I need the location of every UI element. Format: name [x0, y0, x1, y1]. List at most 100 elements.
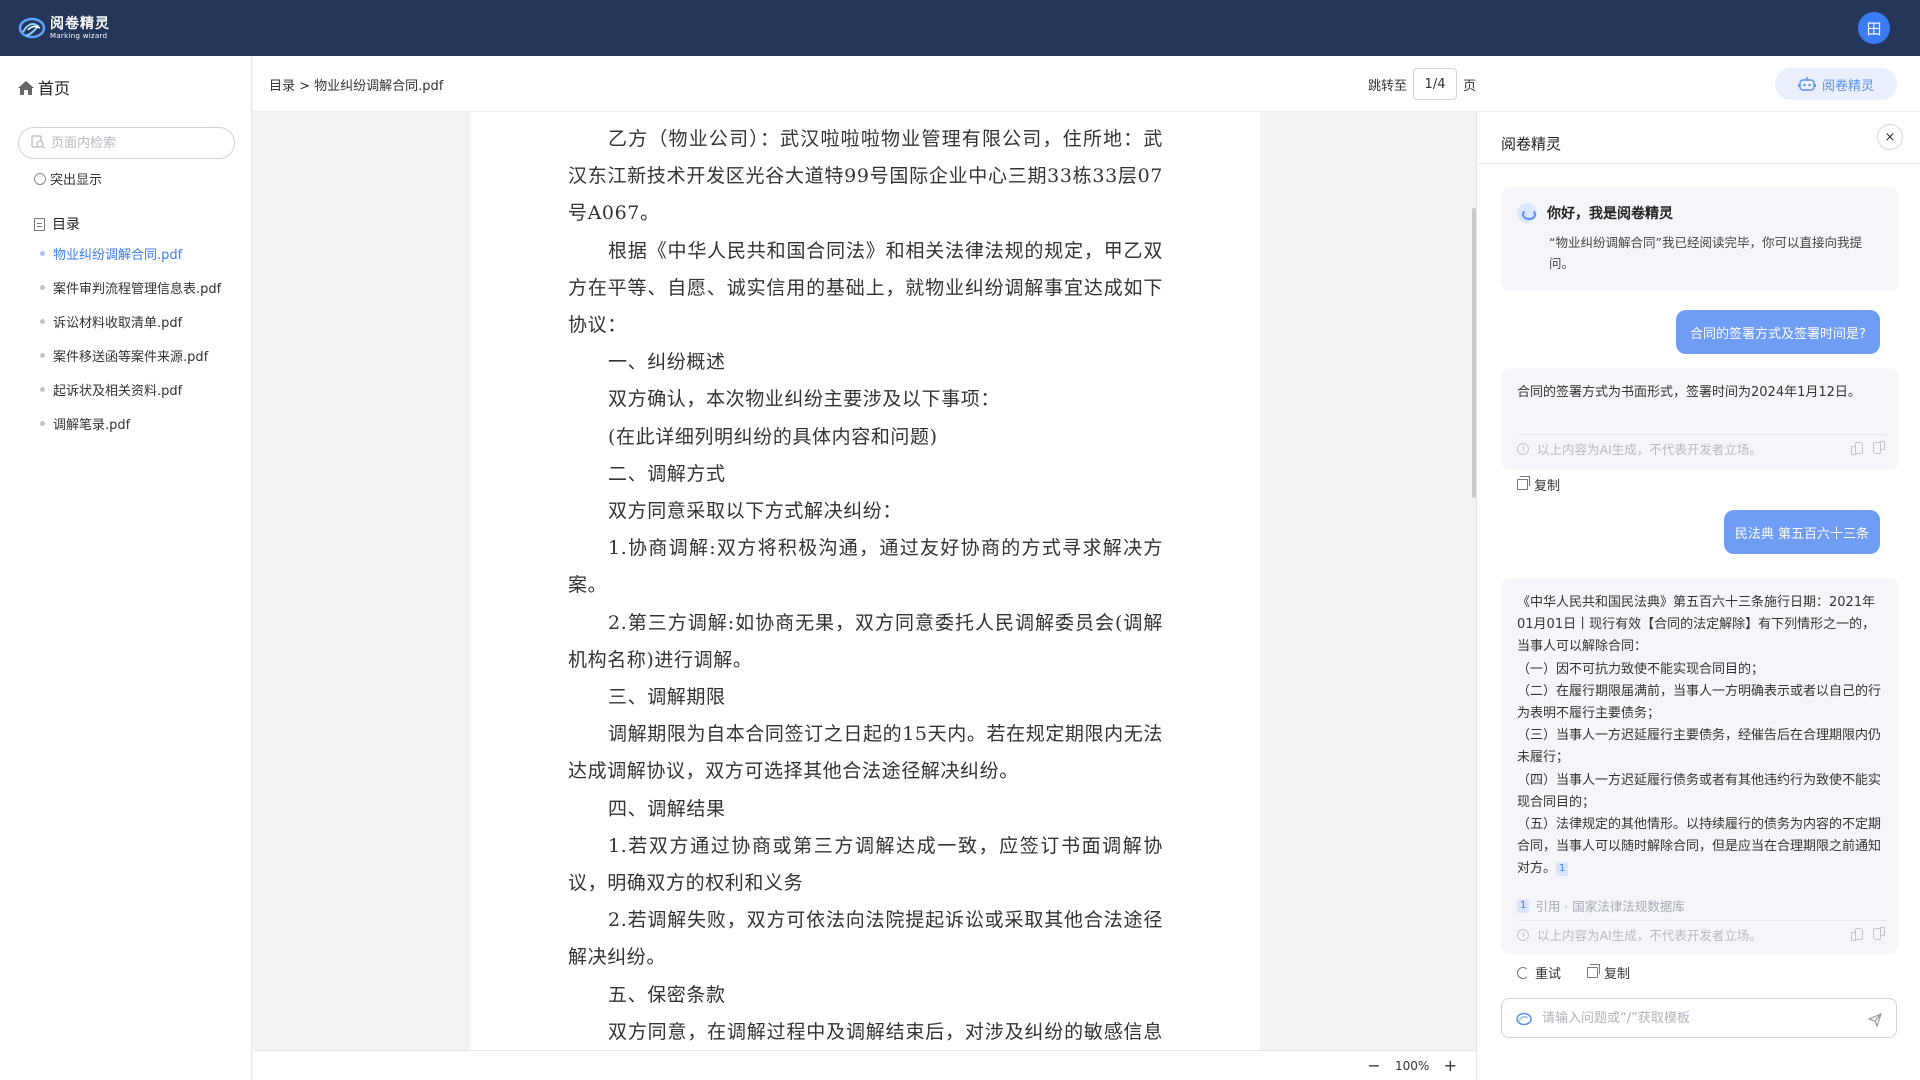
user-question: 合同的签署方式及签署时间是?	[1676, 310, 1880, 354]
document-paragraph: 1.协商调解:双方将积极沟通，通过友好协商的方式寻求解决方案。	[568, 537, 1163, 597]
document-text: 乙方（物业公司）：武汉啦啦啦物业管理有限公司，住所地：武汉东江新技术开发区光谷大…	[568, 121, 1163, 1050]
document-paragraph: 一、纠纷概述	[608, 351, 726, 374]
zoom-out-button[interactable]: −	[1365, 1056, 1383, 1075]
document-paragraph: 双方确认，本次物业纠纷主要涉及以下事项：	[608, 388, 1001, 411]
document-paragraph: 双方同意采取以下方式解决纠纷：	[608, 500, 903, 523]
send-icon[interactable]	[1867, 1012, 1882, 1028]
greeting-card: 你好，我是阅卷精灵 “物业纠纷调解合同”我已经阅读完毕，你可以直接向我提问。	[1501, 187, 1899, 291]
user-avatar[interactable]: 田	[1858, 12, 1890, 44]
greeting-text: “物业纠纷调解合同”我已经阅读完毕，你可以直接向我提问。	[1549, 235, 1862, 271]
document-paragraph: 乙方（物业公司）：武汉啦啦啦物业管理有限公司，住所地：武汉东江新技术开发区光谷大…	[568, 128, 1163, 225]
zoom-bar: − 100% +	[253, 1050, 1476, 1080]
jump-label: 跳转至	[1368, 78, 1408, 94]
file-item[interactable]: 案件审判流程管理信息表.pdf	[40, 270, 221, 304]
document-paragraph: 双方同意，在调解过程中及调解结束后，对涉及纠纷的敏感信息予以保密。	[608, 1020, 1163, 1043]
page-number-input[interactable]	[1413, 68, 1458, 100]
document-paragraph: 四、调解结果	[608, 797, 726, 820]
document-paragraph: 2.第三方调解:如协商无果，双方同意委托人民调解委员会(调解机构名称)进行调解。	[568, 611, 1163, 671]
retry-icon	[1517, 966, 1529, 979]
thumbs-up-icon[interactable]	[1851, 442, 1863, 455]
document-paragraph: 根据《中华人民共和国合同法》和相关法律法规的规定，甲乙双方在平等、自愿、诚实信用…	[568, 239, 1163, 337]
document-paragraph: 二、调解方式	[608, 462, 726, 485]
thumbs-down-icon[interactable]	[1873, 928, 1885, 940]
toc-label: 目录	[52, 217, 80, 233]
home-link[interactable]: 首页	[18, 75, 70, 99]
home-icon	[18, 80, 34, 95]
document-paragraph: 五、保密条款	[608, 983, 726, 1006]
citation-marker[interactable]: 1	[1556, 862, 1569, 877]
assistant-logo-icon	[1517, 203, 1537, 223]
citation-number: 1	[1517, 898, 1530, 913]
greeting-title: 你好，我是阅卷精灵	[1547, 206, 1673, 222]
document-icon	[34, 217, 45, 231]
assistant-answer: 《中华人民共和国民法典》第五百六十三条施行日期：2021年01月01日丨现行有效…	[1501, 578, 1899, 954]
copy-button[interactable]: 复制	[1587, 963, 1630, 982]
file-item[interactable]: 物业纠纷调解合同.pdf	[40, 236, 221, 270]
sidebar: 首页 突出显示 目录 物业纠纷调解合同.pdf 案件审判流程管理信息表.pdf …	[0, 56, 252, 1080]
page-suffix: 页	[1463, 78, 1477, 94]
top-bar: 阅卷精灵 Marking wizard 田	[0, 0, 1920, 56]
bullet-icon	[40, 420, 45, 426]
answer-line: （三）当事人一方迟延履行主要债务，经催告后在合理期限内仍未履行；	[1517, 728, 1882, 766]
bullet-icon	[40, 250, 45, 256]
highlight-label: 突出显示	[50, 173, 103, 188]
thumbs-down-icon[interactable]	[1873, 442, 1885, 454]
breadcrumb[interactable]: 目录 > 物业纠纷调解合同.pdf	[269, 75, 443, 94]
document-viewer[interactable]: 乙方（物业公司）：武汉啦啦啦物业管理有限公司，住所地：武汉东江新技术开发区光谷大…	[253, 112, 1476, 1050]
citation-source[interactable]: 1 引用 · 国家法律法规数据库	[1517, 896, 1685, 915]
close-panel-button[interactable]: ×	[1877, 124, 1903, 150]
answer-line: 《中华人民共和国民法典》第五百六十三条施行日期：2021年01月01日丨现行有效…	[1517, 595, 1876, 655]
bullet-icon	[40, 318, 45, 324]
highlight-toggle[interactable]: 突出显示	[34, 169, 102, 188]
thumbs-up-icon[interactable]	[1851, 928, 1863, 941]
highlight-radio[interactable]	[34, 172, 46, 185]
answer-line: （二）在履行期限届满前，当事人一方明确表示或者以自己的行为表明不履行主要债务；	[1517, 683, 1882, 722]
assistant-panel: 阅卷精灵 × 你好，我是阅卷精灵 “物业纠纷调解合同”我已经阅读完毕，你可以直接…	[1476, 112, 1920, 1080]
ai-disclaimer: 以上内容为AI生成，不代表开发者立场。	[1517, 920, 1887, 948]
chat-input[interactable]	[1542, 1010, 1842, 1026]
document-paragraph: 调解期限为自本合同签订之日起的15天内。若在规定期限内无法达成调解协议，双方可选…	[568, 723, 1163, 783]
ai-disclaimer: 以上内容为AI生成，不代表开发者立场。	[1517, 434, 1887, 462]
answer-text: 合同的签署方式为书面形式，签署时间为2024年1月12日。	[1517, 385, 1861, 400]
answer-text: 《中华人民共和国民法典》第五百六十三条施行日期：2021年01月01日丨现行有效…	[1517, 592, 1887, 881]
toc-header[interactable]: 目录	[34, 214, 80, 234]
search-input[interactable]	[51, 135, 211, 151]
page-search[interactable]	[18, 127, 235, 159]
panel-title: 阅卷精灵	[1501, 135, 1562, 153]
info-icon	[1517, 928, 1529, 941]
file-item[interactable]: 起诉状及相关资料.pdf	[40, 372, 221, 406]
zoom-controls: − 100% +	[1365, 1056, 1459, 1075]
file-list: 物业纠纷调解合同.pdf 案件审判流程管理信息表.pdf 诉讼材料收取清单.pd…	[40, 236, 221, 440]
file-item[interactable]: 调解笔录.pdf	[40, 406, 221, 440]
answer-line: （四）当事人一方迟延履行债务或者有其他违约行为致使不能实现合同目的；	[1517, 772, 1882, 810]
document-toolbar: 目录 > 物业纠纷调解合同.pdf 跳转至 页 阅卷精灵	[253, 56, 1920, 112]
retry-button[interactable]: 重试	[1517, 963, 1561, 982]
info-icon	[1517, 442, 1529, 455]
assistant-button-label: 阅卷精灵	[1821, 78, 1874, 94]
panel-header: 阅卷精灵 ×	[1477, 112, 1920, 164]
file-item[interactable]: 诉讼材料收取清单.pdf	[40, 304, 221, 338]
copy-icon	[1587, 964, 1600, 978]
answer-line: （一）因不可抗力致使不能实现合同目的；	[1517, 661, 1765, 677]
document-paragraph: 2.若调解失败，双方可依法向法院提起诉讼或采取其他合法途径解决纠纷。	[568, 909, 1163, 969]
chat-input-box[interactable]	[1501, 998, 1897, 1038]
document-paragraph: 三、调解期限	[608, 686, 726, 709]
document-paragraph: 1.若双方通过协商或第三方调解达成一致，应签订书面调解协议，明确双方的权利和义务	[568, 834, 1163, 895]
answer-line: （五）法律规定的其他情形。以持续履行的债务为内容的不定期合同，当事人可以随时解除…	[1517, 817, 1882, 877]
logo-subtitle: Marking wizard	[50, 31, 108, 40]
document-page: 乙方（物业公司）：武汉啦啦啦物业管理有限公司，住所地：武汉东江新技术开发区光谷大…	[470, 112, 1260, 1050]
user-question: 民法典 第五百六十三条	[1724, 510, 1880, 554]
app-logo[interactable]: 阅卷精灵 Marking wizard	[18, 14, 110, 42]
assistant-answer: 合同的签署方式为书面形式，签署时间为2024年1月12日。 以上内容为AI生成，…	[1501, 368, 1899, 470]
assistant-toggle-button[interactable]: 阅卷精灵	[1775, 68, 1897, 100]
logo-icon	[18, 16, 46, 40]
assistant-logo-icon	[1516, 1011, 1532, 1026]
bullet-icon	[40, 386, 45, 392]
file-item[interactable]: 案件移送函等案件来源.pdf	[40, 338, 221, 372]
zoom-in-button[interactable]: +	[1441, 1056, 1459, 1075]
bullet-icon	[40, 284, 45, 290]
zoom-level: 100%	[1395, 1058, 1430, 1073]
copy-button[interactable]: 复制	[1517, 475, 1560, 494]
search-icon	[31, 134, 45, 153]
home-label: 首页	[38, 79, 71, 98]
